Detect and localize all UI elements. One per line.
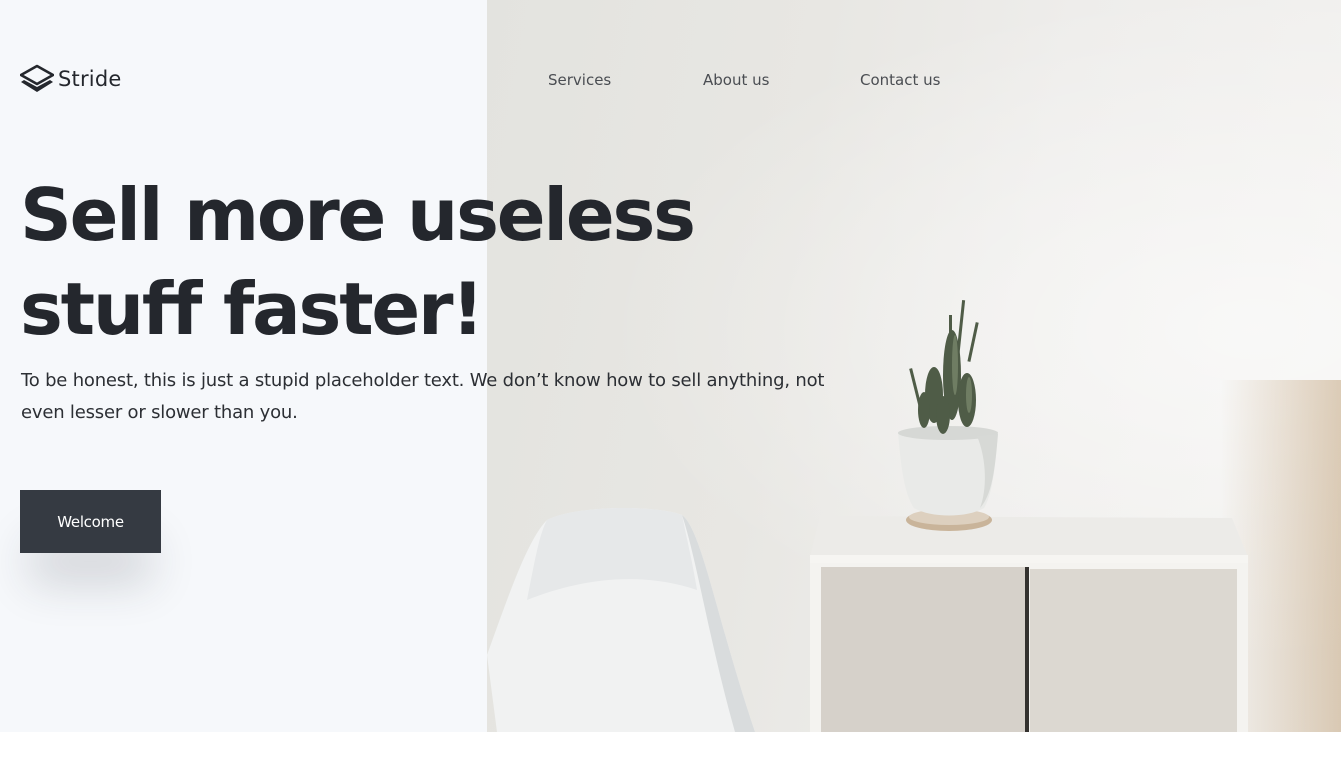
- cactus: [909, 300, 979, 434]
- nav-link-services[interactable]: Services: [548, 71, 611, 89]
- welcome-button[interactable]: Welcome: [20, 490, 161, 553]
- hero-headline: Sell more useless stuff faster!: [20, 173, 696, 351]
- nav-link-about-us[interactable]: About us: [703, 71, 769, 89]
- cabinet-door-left: [821, 567, 1026, 732]
- brand-logo[interactable]: Stride: [20, 64, 121, 94]
- hero-section: Stride Services About us Contact us Sell…: [0, 0, 1341, 732]
- brand-name: Stride: [58, 67, 122, 91]
- hero-subtext: To be honest, this is just a stupid plac…: [21, 370, 825, 423]
- nav-link-contact-us[interactable]: Contact us: [860, 71, 940, 89]
- cabinet-door-right: [1030, 569, 1237, 732]
- cabinet-top: [810, 516, 1248, 557]
- stack-icon: [20, 64, 54, 92]
